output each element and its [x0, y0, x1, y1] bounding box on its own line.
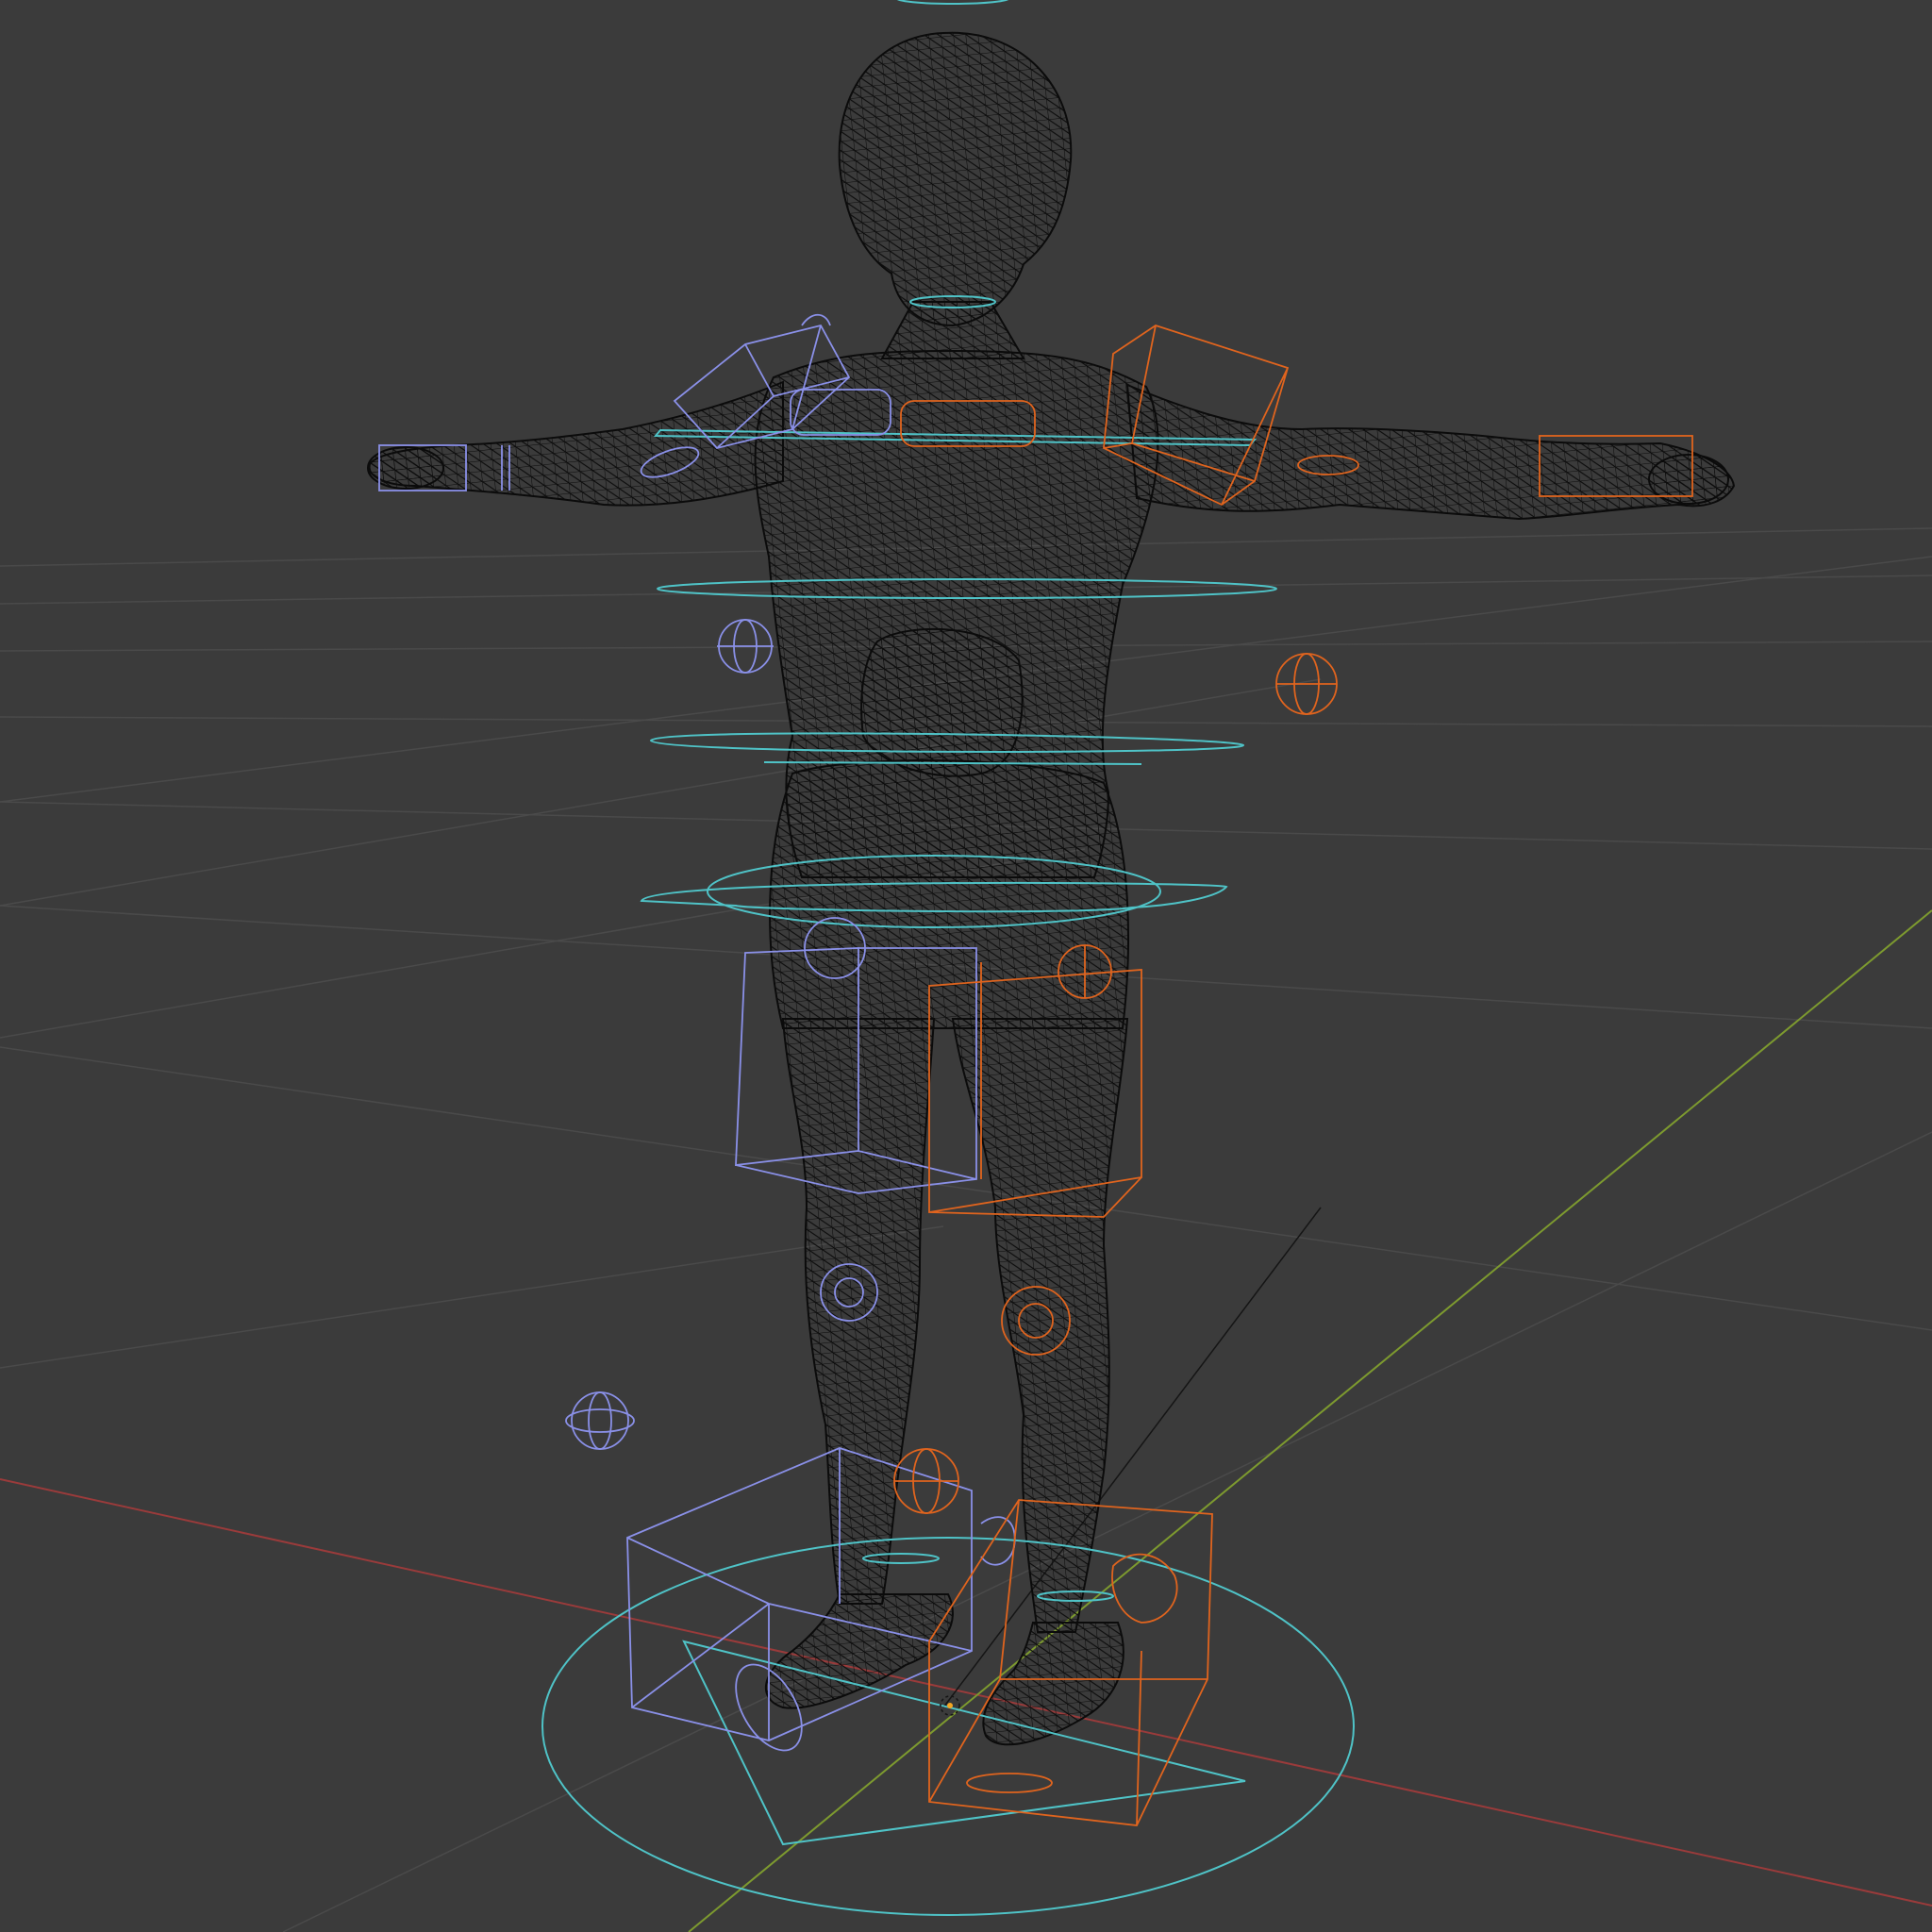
- left-elbow-pole-icon[interactable]: [717, 619, 774, 674]
- 3d-viewport[interactable]: [0, 0, 1932, 1932]
- viewport-canvas[interactable]: [0, 0, 1932, 1932]
- camera-guide-line: [942, 1207, 1322, 1708]
- left-toe-hook-icon[interactable]: [980, 1516, 1016, 1566]
- right-leg-mesh[interactable]: [951, 1018, 1129, 1633]
- right-arm-mesh[interactable]: [1125, 383, 1736, 521]
- right-elbow-pole-icon[interactable]: [1275, 653, 1338, 715]
- right-toe-gear-icon[interactable]: [1111, 1553, 1178, 1624]
- wireframe-mesh[interactable]: [367, 31, 1736, 1746]
- right-ankle-pole-icon[interactable]: [893, 1448, 959, 1514]
- left-foot-mesh[interactable]: [764, 1593, 954, 1709]
- right-heel-ring-control[interactable]: [966, 1773, 1053, 1793]
- head-mesh[interactable]: [838, 31, 1073, 327]
- left-foot-pole-icon[interactable]: [565, 1391, 635, 1450]
- left-shoulder-hook-icon[interactable]: [801, 313, 831, 326]
- top-ring-control[interactable]: [896, 0, 1009, 5]
- x-axis-line: [0, 1478, 1932, 1907]
- pelvis-mesh[interactable]: [769, 759, 1129, 1029]
- belly-mesh[interactable]: [860, 627, 1024, 777]
